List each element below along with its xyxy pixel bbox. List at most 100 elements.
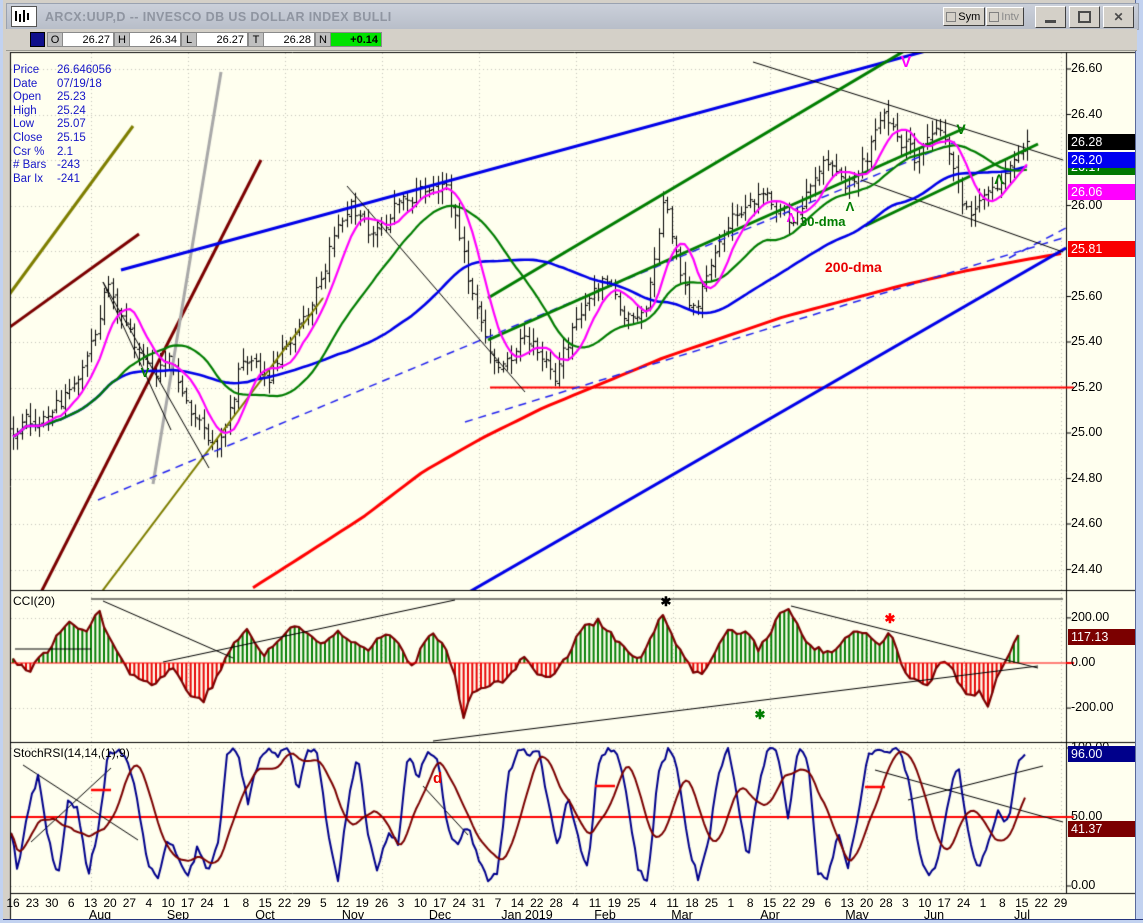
x-axis-day-label: 1 [727,896,735,910]
quote-field-value: 26.27 [197,32,248,47]
price-axis-badge: 26.20 [1068,152,1136,168]
intv-button-icon [989,11,1000,22]
price-axis-tick: 26.40 [1071,106,1103,121]
x-axis-day-label: 26 [374,896,389,910]
chart-canvas[interactable] [3,0,1143,923]
x-axis-day-label: 16 [6,896,20,910]
cci-axis-tick: 200.00 [1071,609,1110,624]
info-row: Bar Ix -241 [13,172,81,185]
asterisk-marker: ✱ [884,611,896,626]
quote-cells: O 26.27 H 26.34 L 26.27 T 26.28 N +0.14 [47,32,382,47]
x-axis-day-label: 31 [471,896,486,910]
x-axis-day-label: 6 [824,896,832,910]
quote-field-label: O [47,32,63,47]
cursor-info-panel: Price 26.646056 Date 07/19/18 Open 25.23 High 2… [13,64,111,186]
price-axis-tick: 25.60 [1071,288,1103,303]
window-right-border [1135,0,1143,923]
x-axis-day-label: 27 [122,896,137,910]
x-axis-day-label: 23 [25,896,40,910]
quote-field-value: 26.28 [264,32,315,47]
quote-field-value: +0.14 [331,32,382,47]
info-row: High 25.24 [13,104,86,117]
minimize-button[interactable] [1035,5,1066,28]
x-axis-day-label: 8 [242,896,250,910]
price-axis-tick: 24.40 [1071,561,1103,576]
asterisk-marker: ✱ [754,707,766,722]
sym-button-icon [946,11,957,22]
minimize-icon [1045,19,1056,23]
x-axis-day-label: 1 [223,896,230,910]
stoch-axis-badge: 96.00 [1068,745,1136,762]
x-axis-day-label: 22 [782,896,796,910]
quote-field-label: H [114,32,130,47]
trade-signal-marker: V [956,121,966,137]
asterisk-marker: ✱ [660,594,672,609]
ma30-label: 30-dma [800,214,846,229]
stoch-axis-tick: 0.00 [1071,878,1096,892]
price-axis-tick: 24.80 [1071,470,1103,485]
chart-icon [11,6,37,27]
close-button[interactable]: ✕ [1103,5,1134,28]
x-axis-day-label: 4 [145,896,153,910]
x-axis-day-label: 4 [572,896,579,910]
trade-signal-marker: V [140,365,150,380]
x-axis-day-label: 3 [397,896,405,910]
price-axis-tick: 24.60 [1071,516,1103,530]
x-axis-day-label: 22 [277,896,292,910]
x-axis-day-label: 24 [200,896,214,910]
info-row: Low 25.07 [13,118,86,131]
x-axis-day-label: 6 [67,896,75,910]
title-bar[interactable]: ARCX:UUP,D -- INVESCO DB US DOLLAR INDEX… [6,3,1139,30]
info-row: Close 25.15 [13,131,86,144]
x-axis-day-label: 3 [902,896,909,910]
info-row: Date 07/19/18 [13,77,102,90]
price-axis-badge: 26.28 [1068,133,1136,150]
quote-symbol-swatch [30,32,45,47]
x-axis-day-label: 24 [956,896,971,910]
intv-button[interactable]: Intv [986,7,1024,26]
price-axis-tick: 25.00 [1071,425,1103,439]
ma200-label: 200-dma [825,259,882,275]
quote-field-value: 26.27 [63,32,114,47]
x-axis-day-label: 1 [979,896,987,910]
quote-field-value: 26.34 [130,32,181,47]
window-bottom-border [3,919,1143,923]
intv-button-label: Intv [1001,10,1019,23]
x-axis-day-label: 25 [704,896,719,910]
price-axis-badge: 25.81 [1068,240,1136,257]
app-window: ARCX:UUP,D -- INVESCO DB US DOLLAR INDEX… [0,0,1143,923]
x-axis-day-label: 5 [320,896,327,910]
info-row: # Bars -243 [13,159,81,172]
divergence-label: d [433,770,443,787]
x-axis-day-label: 10 [413,896,428,910]
price-axis-tick: 25.40 [1071,334,1103,348]
info-row: Price 26.646056 [13,64,112,76]
quote-field-label: N [315,32,331,47]
stochrsi-panel-label: StochRSI(14,14,(1),9) [13,746,130,760]
price-axis-tick: 25.20 [1071,379,1103,394]
x-axis-day-label: 29 [1053,896,1068,910]
cci-axis-badge: 117.13 [1068,628,1136,645]
x-axis-day-label: 29 [297,896,311,910]
quote-bar: O 26.27 H 26.34 L 26.27 T 26.28 N +0.14 [6,29,1137,51]
sym-button[interactable]: Sym [943,7,986,26]
cci-panel-label: CCI(20) [13,594,56,608]
trade-signal-marker: V [900,54,912,71]
window-title: ARCX:UUP,D -- INVESCO DB US DOLLAR INDEX… [45,9,392,24]
info-row: Csr % 2.1 [13,145,73,158]
quote-field-label: L [181,32,197,47]
trade-signal-marker: Λ [994,171,1004,187]
restore-button[interactable] [1069,5,1100,28]
stoch-axis-badge: 41.37 [1068,820,1136,837]
quote-field-label: T [248,32,264,47]
x-axis-day-label: 30 [45,896,59,910]
x-axis-day-label: 8 [999,896,1006,910]
x-axis-day-label: 22 [1034,896,1048,910]
info-row: Open 25.23 [13,91,86,104]
x-axis-day-label: 4 [649,896,657,910]
sym-button-label: Sym [958,10,981,23]
restore-icon [1078,10,1091,23]
x-axis-day-label: 8 [746,896,754,910]
cci-axis-tick: -200.00 [1071,700,1114,715]
x-axis-day-label: 28 [879,896,893,910]
